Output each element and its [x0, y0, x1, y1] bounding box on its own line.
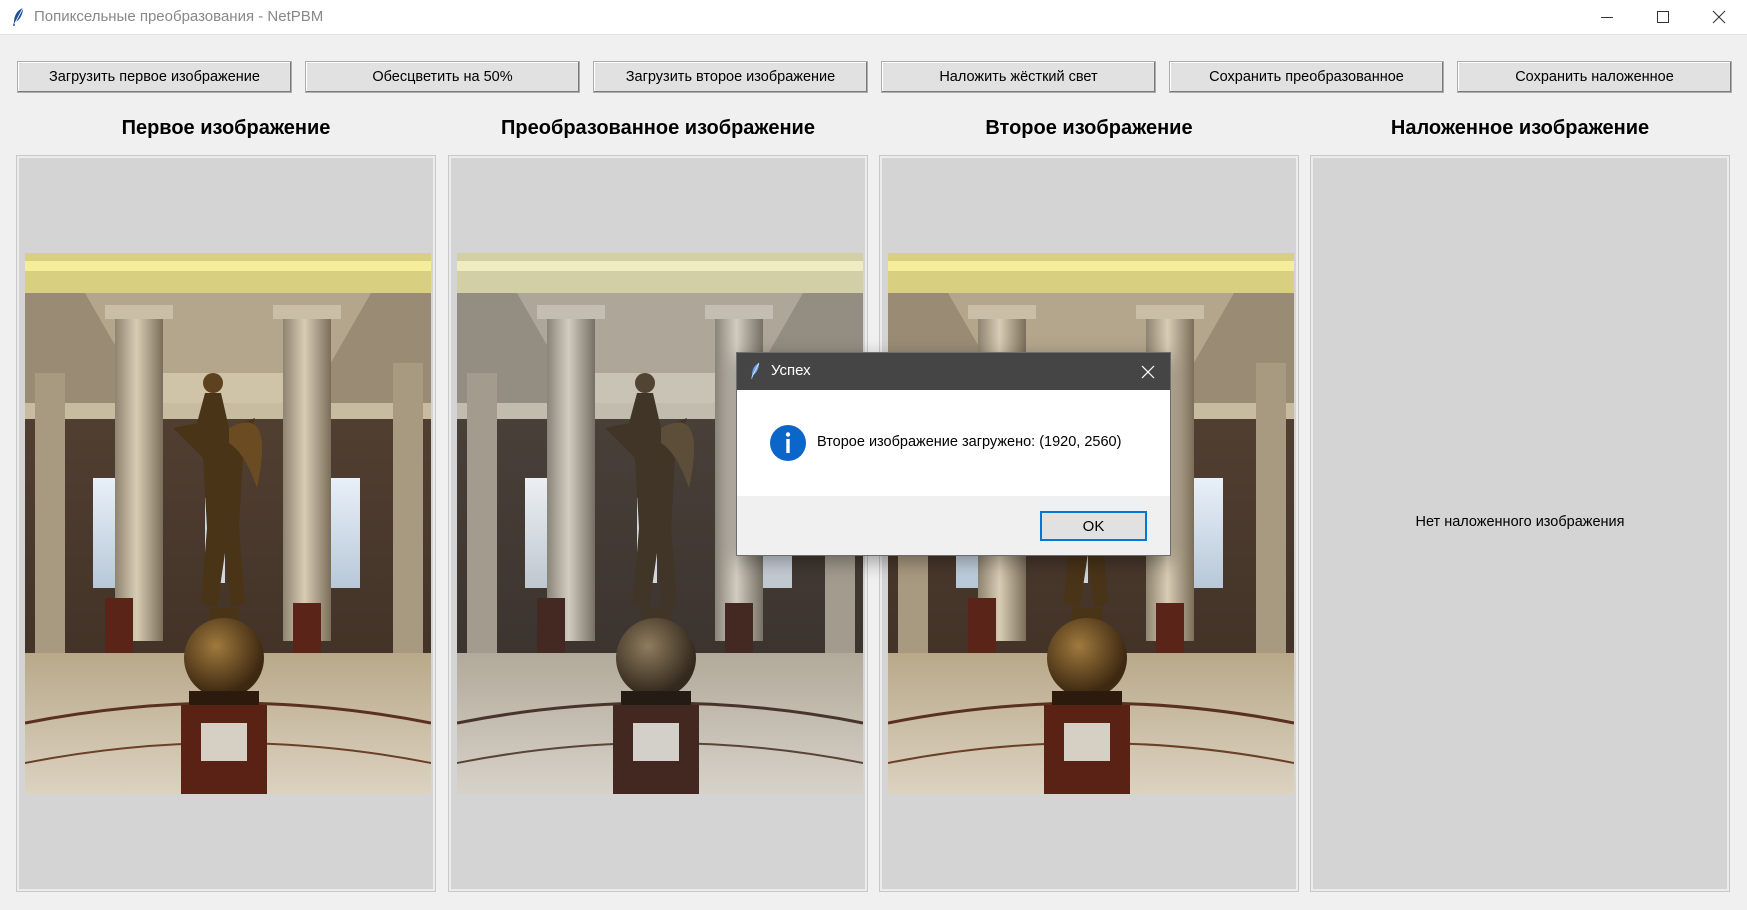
- dialog-title: Успех: [771, 362, 811, 379]
- success-dialog: Успех Второе изображение загружено: (192…: [736, 352, 1171, 556]
- minimize-button[interactable]: [1579, 0, 1635, 35]
- dialog-titlebar: Успех: [737, 353, 1170, 390]
- dialog-message: Второе изображение загружено: (1920, 256…: [817, 434, 1122, 450]
- dialog-close-button[interactable]: [1130, 356, 1166, 387]
- transformed-image-heading: Преобразованное изображение: [501, 117, 815, 139]
- hard-light-blend-button[interactable]: Наложить жёсткий свет: [881, 61, 1156, 93]
- first-image-photo: [25, 253, 431, 794]
- feather-icon: [13, 7, 24, 26]
- ok-button[interactable]: OK: [1040, 511, 1147, 541]
- close-icon: [1141, 365, 1155, 379]
- save-blended-button[interactable]: Сохранить наложенное: [1457, 61, 1732, 93]
- close-icon: [1712, 10, 1726, 24]
- dialog-body: Второе изображение загружено: (1920, 256…: [737, 390, 1170, 496]
- info-icon: [770, 425, 806, 461]
- first-image-heading: Первое изображение: [121, 117, 331, 139]
- window-titlebar: Попиксельные преобразования - NetPBM: [0, 0, 1747, 35]
- maximize-icon: [1657, 11, 1669, 23]
- maximize-button[interactable]: [1635, 0, 1691, 35]
- load-first-image-button[interactable]: Загрузить первое изображение: [17, 61, 292, 93]
- load-second-image-button[interactable]: Загрузить второе изображение: [593, 61, 868, 93]
- window-title: Попиксельные преобразования - NetPBM: [34, 8, 324, 25]
- save-transformed-button[interactable]: Сохранить преобразованное: [1169, 61, 1444, 93]
- desaturate-button[interactable]: Обесцветить на 50%: [305, 61, 580, 93]
- blended-image-heading: Наложенное изображение: [1390, 117, 1650, 139]
- minimize-icon: [1601, 17, 1613, 18]
- blended-image-panel: Нет наложенного изображения: [1311, 156, 1729, 891]
- no-blended-image-label: Нет наложенного изображения: [1415, 514, 1625, 530]
- second-image-heading: Второе изображение: [985, 117, 1193, 139]
- first-image-panel: [17, 156, 435, 891]
- close-window-button[interactable]: [1691, 0, 1747, 35]
- feather-icon: [751, 362, 760, 379]
